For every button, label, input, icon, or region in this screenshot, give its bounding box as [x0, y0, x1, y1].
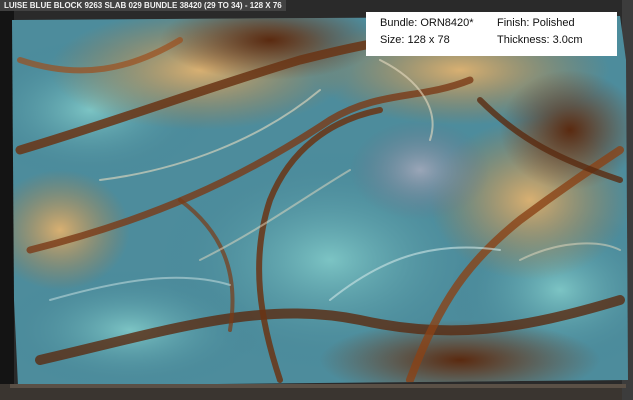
marble-slab	[12, 16, 628, 386]
thickness-label: Thickness: 3.0cm	[497, 34, 583, 46]
size-label: Size: 128 x 78	[380, 34, 450, 46]
slab-info-box: Bundle: ORN8420* Size: 128 x 78 Finish: …	[366, 12, 617, 56]
slab-caption: LUISE BLUE BLOCK 9263 SLAB 029 BUNDLE 38…	[0, 0, 286, 11]
bundle-label: Bundle: ORN8420*	[380, 17, 474, 29]
finish-label: Finish: Polished	[497, 17, 575, 29]
left-edge-shadow	[0, 0, 14, 400]
slab-stand	[10, 384, 626, 388]
marble-slab-photo	[0, 0, 633, 400]
